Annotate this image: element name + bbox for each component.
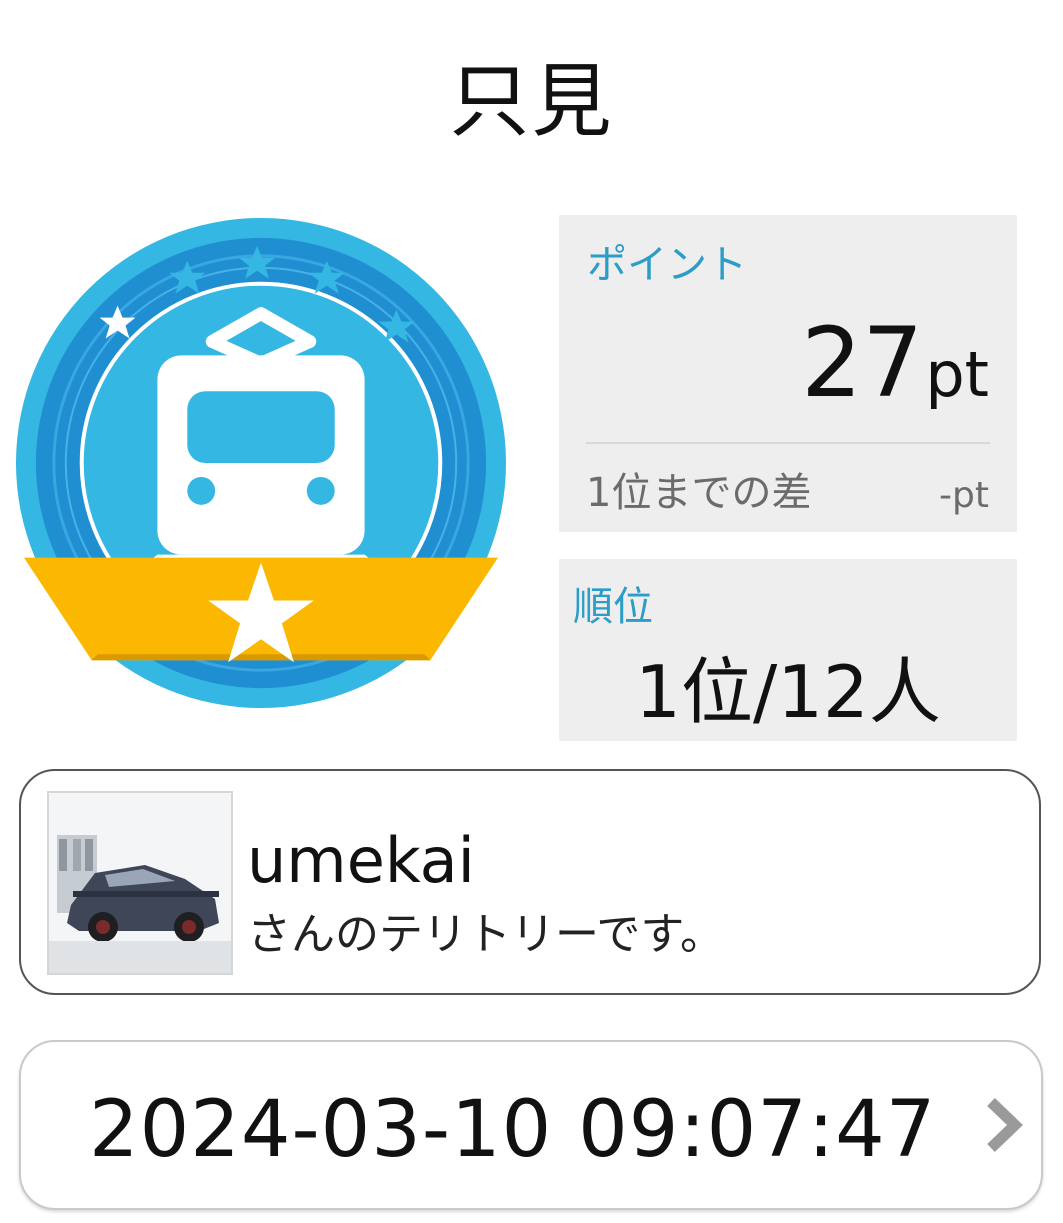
page-title: 只見	[449, 55, 614, 148]
rank-value: 1位/12人	[635, 650, 941, 734]
rank-label: 順位	[573, 584, 653, 630]
chevron-right-icon	[987, 1098, 1023, 1152]
points-value: 27 pt	[801, 303, 989, 435]
acquired-datetime: 2024-03-10 09:07:47	[89, 1085, 937, 1175]
points-label: ポイント	[587, 242, 747, 288]
train-badge-icon	[15, 217, 507, 709]
owner-territory-text: さんのテリトリーです。	[247, 909, 724, 960]
points-number: 27	[801, 307, 924, 419]
avatar	[47, 791, 233, 975]
points-panel: ポイント 27 pt 1位までの差 -pt	[559, 215, 1017, 532]
acquired-datetime-button[interactable]: 2024-03-10 09:07:47	[19, 1040, 1043, 1210]
owner-name: umekai	[247, 824, 475, 897]
rank-panel: 順位 1位/12人	[559, 559, 1017, 741]
points-divider	[586, 442, 990, 444]
territory-owner-card[interactable]: umekai さんのテリトリーです。	[19, 769, 1041, 995]
diff-to-first-label: 1位までの差	[586, 470, 812, 516]
diff-to-first-value: -pt	[939, 475, 989, 516]
points-unit: pt	[925, 338, 989, 411]
